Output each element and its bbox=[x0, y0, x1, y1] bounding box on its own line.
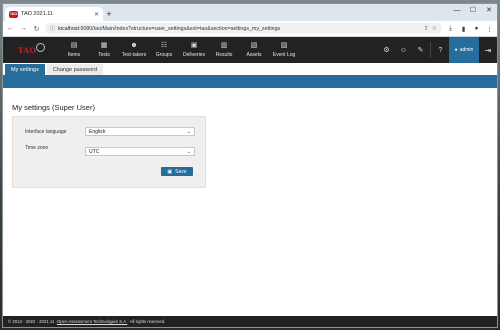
share-icon[interactable]: ⇪ bbox=[424, 25, 429, 32]
nav-results[interactable]: ▥ Results bbox=[209, 37, 239, 63]
minimize-button[interactable]: — bbox=[449, 4, 465, 16]
nav-items[interactable]: ▤ Items bbox=[59, 37, 89, 63]
nav-label: Results bbox=[215, 52, 233, 58]
tab-change-password[interactable]: Change password bbox=[46, 64, 104, 75]
chevron-down-icon: ⌄ bbox=[186, 128, 191, 135]
footer-company-link[interactable]: Open Assessment Technologies S.A. bbox=[57, 319, 127, 324]
extensions-icon[interactable]: ▮ bbox=[459, 25, 468, 33]
interface-language-select[interactable]: English ⌄ bbox=[85, 127, 195, 136]
logout-icon[interactable]: ⇥ bbox=[479, 37, 497, 63]
settings-navigation: ⚙ ☺ ✎ ? ● admin ⇥ bbox=[378, 37, 497, 63]
nav-label: Deliveries bbox=[183, 52, 205, 58]
url-host: localhost bbox=[58, 25, 79, 32]
browser-tab-strip: TAO TAO 2021.11 ✕ + — ☐ ✕ bbox=[3, 4, 497, 21]
close-window-button[interactable]: ✕ bbox=[481, 4, 497, 16]
forward-arrow-icon[interactable]: → bbox=[19, 25, 28, 32]
browser-menu-icon[interactable]: ⋮ bbox=[485, 25, 494, 33]
interface-language-row: Interface language English ⌄ bbox=[25, 127, 195, 136]
chevron-down-icon: ⌄ bbox=[186, 148, 191, 155]
footer: © 2013 - 2022 · 2021.11 · Open Assessmen… bbox=[3, 316, 497, 327]
nav-tests[interactable]: ▦ Tests bbox=[89, 37, 119, 63]
main-content: My settings (Super User) Interface langu… bbox=[3, 88, 497, 308]
tab-close-icon[interactable]: ✕ bbox=[94, 11, 99, 18]
bookmark-star-icon[interactable]: ☆ bbox=[432, 25, 437, 32]
address-bar-row: ← → ↻ ⓘ localhost:9080/tao/Main/index?st… bbox=[3, 21, 497, 37]
nav-label: Tests bbox=[98, 52, 110, 58]
gears-icon[interactable]: ⚙ bbox=[378, 37, 395, 63]
items-icon: ▤ bbox=[70, 42, 78, 49]
page-title: My settings (Super User) bbox=[12, 103, 95, 112]
url-text: localhost:9080/tao/Main/index?structure=… bbox=[58, 26, 421, 32]
tab-my-settings[interactable]: My settings bbox=[5, 64, 45, 75]
download-icon[interactable]: ⤓ bbox=[446, 25, 455, 33]
event-log-icon: ▨ bbox=[280, 42, 288, 49]
groups-icon: ☷ bbox=[160, 42, 168, 49]
tab-title: TAO 2021.11 bbox=[21, 11, 53, 17]
nav-event-log[interactable]: ▨ Event Log bbox=[269, 37, 299, 63]
save-button[interactable]: ▣ Save bbox=[161, 167, 193, 176]
tests-icon: ▦ bbox=[100, 42, 108, 49]
tao-logo-mark: TAO bbox=[16, 43, 46, 57]
assets-icon: ▧ bbox=[250, 42, 258, 49]
results-icon: ▥ bbox=[220, 42, 228, 49]
main-navigation: ▤ Items ▦ Tests ☻ Test-takers ☷ Groups ▣… bbox=[59, 37, 299, 63]
time-zone-label: Time zone bbox=[25, 144, 49, 151]
nav-assets[interactable]: ▧ Assets bbox=[239, 37, 269, 63]
test-takers-icon: ☻ bbox=[130, 42, 138, 49]
time-zone-row: Time zone UTC ⌄ bbox=[25, 143, 195, 156]
maximize-button[interactable]: ☐ bbox=[465, 4, 481, 16]
nav-label: Groups bbox=[155, 52, 173, 58]
footer-rights: · All rights reserved. bbox=[127, 319, 166, 324]
nav-label: Items bbox=[67, 52, 81, 58]
nav-groups[interactable]: ☷ Groups bbox=[149, 37, 179, 63]
nav-label: Assets bbox=[246, 52, 262, 58]
nav-label: Test-takers bbox=[121, 52, 147, 58]
deliveries-icon: ▣ bbox=[190, 42, 198, 49]
browser-window: TAO TAO 2021.11 ✕ + — ☐ ✕ ← → ↻ ⓘ localh… bbox=[2, 3, 498, 328]
tao-logo-circle-icon bbox=[36, 43, 45, 52]
url-field[interactable]: ⓘ localhost:9080/tao/Main/index?structur… bbox=[45, 23, 442, 34]
site-info-icon[interactable]: ⓘ bbox=[50, 25, 55, 32]
help-icon[interactable]: ? bbox=[432, 37, 449, 63]
window-controls: — ☐ ✕ bbox=[449, 4, 497, 16]
footer-copyright: © 2013 - 2022 · 2021.11 · bbox=[8, 319, 57, 324]
wrench-icon[interactable]: ✎ bbox=[412, 37, 429, 63]
url-path: :9080/tao/Main/index?structure=user_sett… bbox=[78, 25, 281, 32]
tao-logo-text: TAO bbox=[18, 46, 37, 55]
section-tab-bar: My settings Change password bbox=[3, 63, 497, 75]
time-zone-value: UTC bbox=[89, 148, 100, 155]
back-arrow-icon[interactable]: ← bbox=[6, 25, 15, 32]
user-settings-button[interactable]: ● admin bbox=[449, 37, 479, 63]
users-icon[interactable]: ☺ bbox=[395, 37, 412, 63]
tao-favicon-icon: TAO bbox=[9, 10, 18, 18]
time-zone-select[interactable]: UTC ⌄ bbox=[85, 147, 195, 156]
tao-logo[interactable]: TAO bbox=[3, 37, 59, 63]
browser-tab[interactable]: TAO TAO 2021.11 ✕ bbox=[5, 7, 103, 21]
divider bbox=[430, 42, 431, 58]
profile-icon[interactable]: ● bbox=[472, 25, 481, 32]
reload-icon[interactable]: ↻ bbox=[32, 25, 41, 33]
save-label: Save bbox=[175, 168, 187, 175]
nav-label: Event Log bbox=[272, 52, 296, 58]
interface-language-value: English bbox=[89, 128, 106, 135]
interface-language-label: Interface language bbox=[25, 128, 67, 135]
user-icon: ● bbox=[454, 47, 458, 53]
save-icon: ▣ bbox=[167, 168, 173, 175]
tao-main-header: TAO ▤ Items ▦ Tests ☻ Test-takers ☷ Grou… bbox=[3, 37, 497, 63]
new-tab-button[interactable]: + bbox=[103, 7, 115, 21]
section-action-bar bbox=[3, 75, 497, 88]
user-label: admin bbox=[459, 47, 474, 53]
settings-form: Interface language English ⌄ Time zone U… bbox=[12, 116, 206, 188]
nav-test-takers[interactable]: ☻ Test-takers bbox=[119, 37, 149, 63]
nav-deliveries[interactable]: ▣ Deliveries bbox=[179, 37, 209, 63]
